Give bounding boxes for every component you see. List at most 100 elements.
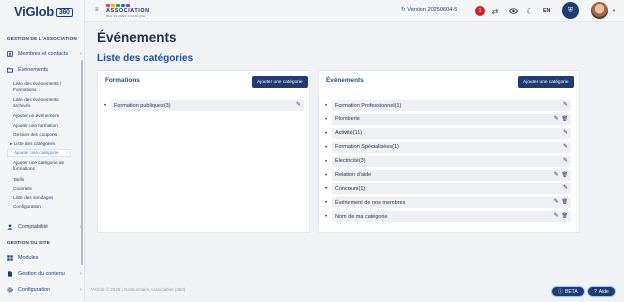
chevron-right-icon: › — [80, 271, 82, 277]
row-actions: ✎ 🗑 — [554, 172, 568, 179]
add-event-category-button[interactable]: Ajouter une catégorie — [518, 76, 574, 88]
logo-text: ViGlob — [14, 4, 54, 19]
sidebar-subitem-add-event[interactable]: Ajouter un événement — [13, 113, 75, 119]
category-label: Événement de nos membres — [335, 199, 406, 206]
grid-icon — [7, 255, 13, 261]
row-actions: ✎ — [563, 102, 568, 109]
category-row: • Nom de ma catégorie ✎ 🗑 — [325, 211, 571, 223]
edit-icon[interactable]: ✎ — [554, 213, 559, 220]
sidebar-section-association: GESTION DE L'ASSOCIATION — [7, 36, 77, 41]
sidebar-item-content[interactable]: Gestion du contenu › — [7, 269, 82, 279]
edit-icon[interactable]: ✎ — [554, 199, 559, 206]
sidebar-item-modules[interactable]: Modules — [7, 253, 38, 263]
row-actions: ✎ 🗑 — [554, 213, 568, 220]
switch-arrows-icon[interactable]: ⇄ — [489, 5, 501, 17]
events-card: Événements Ajouter une catégorie • Format… — [318, 70, 580, 233]
edit-icon[interactable]: ✎ — [554, 116, 559, 123]
main-content: Événements Liste des catégories Formatio… — [85, 22, 624, 302]
sidebar-subitem-archived[interactable]: Liste des événements archivés — [13, 97, 75, 108]
sidebar-item-label: Liste des catégories — [13, 141, 56, 146]
help-button[interactable]: ? Aide — [587, 286, 616, 297]
folder-icon — [7, 67, 13, 73]
footer-copyright: ViGlob © 2026 | Gestionnaire Association… — [91, 287, 186, 292]
row-actions: ✎ — [563, 158, 568, 165]
sidebar-item-label: Comptabilité — [18, 224, 48, 230]
formations-card: Formations Ajouter une catégorie • Forma… — [97, 70, 310, 233]
row-actions: ✎ — [563, 185, 568, 192]
beta-button[interactable]: ⓘ BETA — [551, 286, 585, 297]
sidebar: ViGlob 360 GESTION DE L'ASSOCIATION Membr… — [0, 0, 85, 302]
dark-mode-moon-icon[interactable]: ☾ — [524, 5, 536, 17]
sidebar-subitem-surveys[interactable]: Liste des sondages — [13, 195, 75, 201]
category-label: Electricité(3) — [335, 158, 366, 165]
bullet: • — [325, 214, 328, 221]
version-text: Version 20250604-5 — [407, 7, 458, 13]
row-actions: ✎ 🗑 — [554, 199, 568, 206]
bullet: • — [325, 186, 328, 193]
document-icon — [7, 271, 13, 277]
row-actions: ✎ — [563, 130, 568, 137]
history-icon: ↻ — [401, 7, 406, 13]
trash-icon[interactable]: 🗑 — [562, 213, 568, 220]
sidebar-item-label: Membres et contacts — [18, 51, 69, 57]
help-label: Aide — [598, 288, 609, 295]
category-label: Concours(1) — [335, 185, 366, 192]
sidebar-item-label: Gestion du contenu — [18, 271, 65, 277]
add-formation-category-button[interactable]: Ajouter une catégorie — [252, 76, 308, 88]
user-icon — [7, 224, 13, 230]
beta-label: BETA — [565, 288, 578, 295]
formations-card-title: Formations — [105, 77, 140, 84]
sidebar-scrollbar[interactable] — [81, 60, 83, 265]
sidebar-subitem-add-formation[interactable]: Ajouter une formation — [13, 123, 75, 129]
app-logo[interactable]: ViGlob 360 — [14, 4, 73, 19]
edit-icon[interactable]: ✎ — [563, 130, 568, 137]
sidebar-subitem-category-list[interactable]: ▸ Liste des catégories — [10, 141, 72, 147]
chevron-right-icon: › — [80, 51, 82, 57]
user-avatar[interactable] — [591, 2, 608, 19]
language-switch[interactable]: EN — [543, 8, 550, 14]
edit-icon[interactable]: ✎ — [296, 102, 301, 109]
bullet: • — [325, 103, 328, 109]
bullet: • — [325, 116, 328, 123]
notification-badge[interactable]: 1 — [475, 6, 485, 16]
bullet: • — [325, 158, 328, 165]
association-logo[interactable]: ASSOCIATION DES JEUNES D'AFRIQUE — [106, 4, 150, 18]
chevron-down-icon[interactable]: ▼ — [612, 8, 616, 13]
edit-icon[interactable]: ✎ — [563, 185, 568, 192]
sidebar-item-site-configuration[interactable]: Configuration › — [7, 285, 82, 295]
sidebar-subitem-coupons[interactable]: Gestion des coupons — [13, 132, 75, 138]
edit-icon[interactable]: ✎ — [563, 102, 568, 109]
help-icon: ? — [594, 288, 597, 295]
sidebar-item-members[interactable]: Membres et contacts › — [7, 49, 82, 59]
sidebar-subitem-courriels[interactable]: Courriels — [13, 186, 75, 192]
category-label: Plomberie — [335, 116, 360, 123]
eye-icon[interactable] — [507, 5, 519, 17]
category-label: Relation d'aide — [335, 172, 372, 178]
category-row: • Relation d'aide ✎ 🗑 — [325, 169, 571, 181]
sidebar-item-comptabilite[interactable]: Comptabilité › — [7, 222, 82, 232]
trash-icon[interactable]: 🗑 — [562, 199, 568, 206]
edit-icon[interactable]: ✎ — [563, 158, 568, 165]
category-label: Formation Professionnel(1) — [335, 102, 402, 109]
trash-icon[interactable]: 🗑 — [562, 172, 568, 179]
edit-icon[interactable]: ✎ — [563, 144, 568, 151]
bullet: • — [325, 130, 328, 137]
admin-shield-icon[interactable]: ⛨ — [562, 2, 579, 19]
edit-icon[interactable]: ✎ — [554, 172, 559, 179]
sidebar-subitem-event-list[interactable]: Liste des événements / Formations — [13, 81, 75, 92]
menu-toggle-icon[interactable]: ≡ — [95, 7, 99, 13]
logo-badge: 360 — [55, 8, 73, 18]
category-label: Nom de ma catégorie — [335, 213, 388, 220]
gear-icon — [7, 287, 13, 293]
page-subtitle: Liste des catégories — [97, 53, 194, 64]
sidebar-subitem-configuration[interactable]: Configuration — [13, 204, 75, 210]
version-link[interactable]: ↻ Version 20250604-5 — [401, 7, 457, 13]
category-label: Formation publiques(3) — [114, 102, 171, 109]
sidebar-item-events[interactable]: Événements ⌄ — [7, 65, 84, 75]
category-row: • Electricité(3) ✎ — [325, 155, 571, 167]
category-row: • Activité(11) ✎ — [325, 127, 571, 139]
sidebar-subitem-add-formation-category[interactable]: Ajouter une catégorie de formations — [13, 160, 75, 171]
sidebar-subitem-add-category[interactable]: Ajouter une catégorie — [7, 149, 71, 157]
sidebar-subitem-tarifs[interactable]: Tarifs — [13, 177, 75, 183]
trash-icon[interactable]: 🗑 — [562, 116, 568, 123]
